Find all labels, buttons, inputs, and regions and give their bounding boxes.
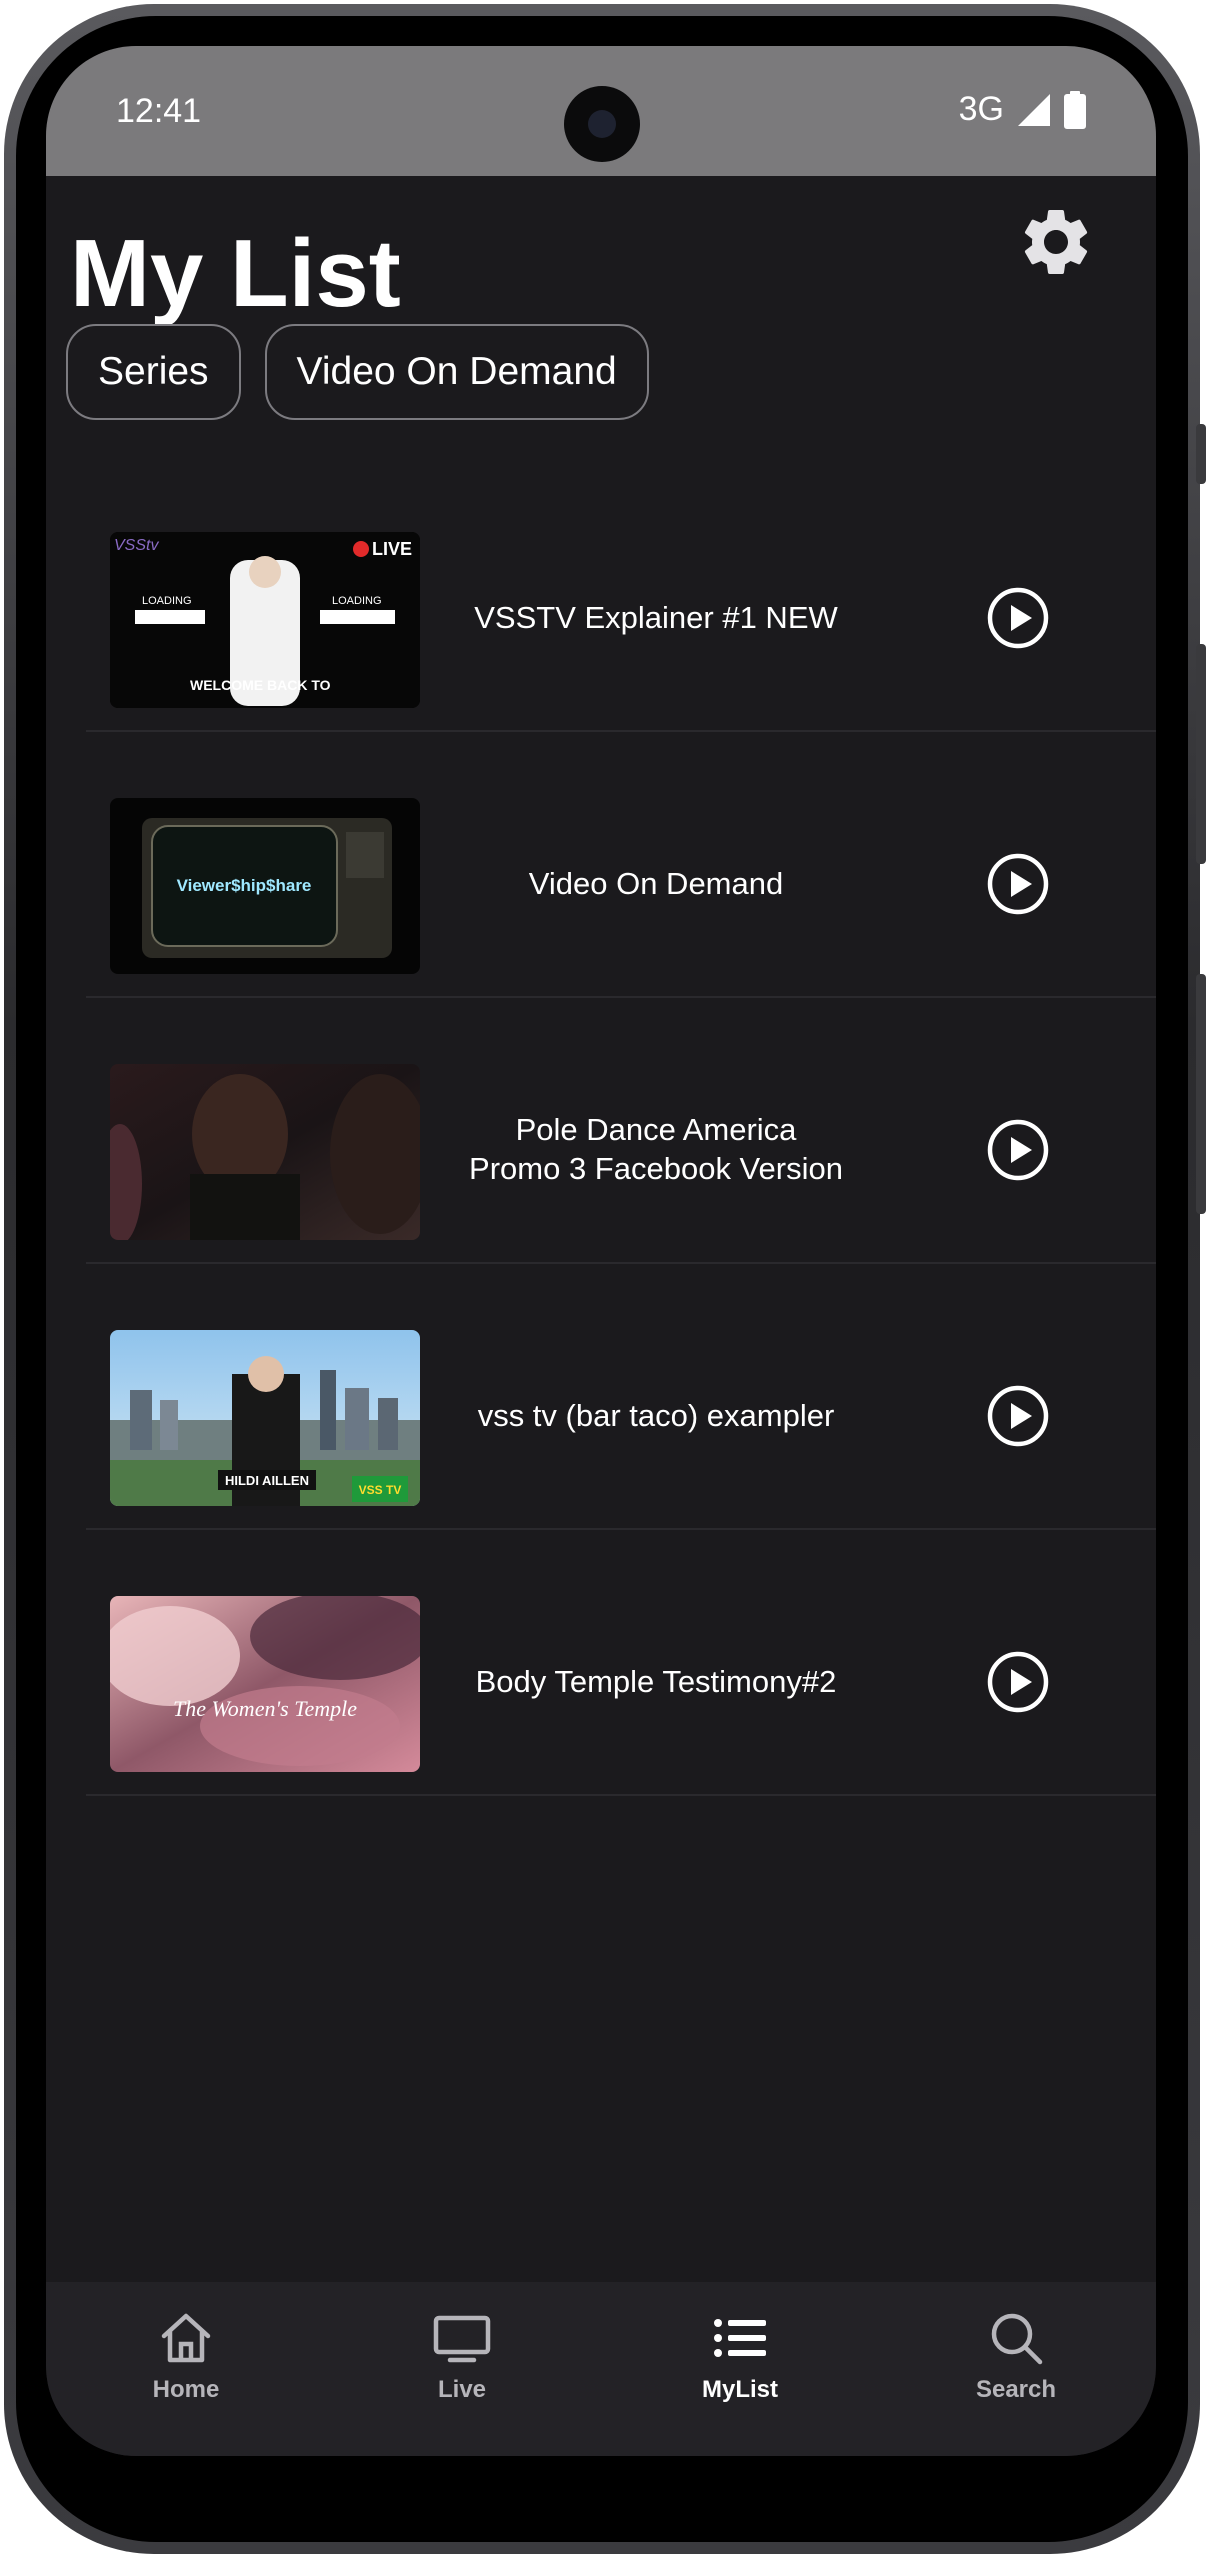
nav-mylist-label: MyList bbox=[701, 2376, 778, 2403]
filter-chips: Series Video On Demand bbox=[66, 324, 649, 420]
item-title: vss tv (bar taco) exampler bbox=[477, 1397, 835, 1433]
thumbnail-art bbox=[110, 1064, 420, 1240]
thumb-caption: The Women's Temple bbox=[173, 1696, 357, 1721]
play-icon[interactable] bbox=[986, 1118, 1050, 1182]
thumb-loading: LOADING bbox=[142, 595, 192, 607]
thumbnail bbox=[110, 1064, 420, 1240]
list-item[interactable]: Pole Dance America Promo 3 Facebook Vers… bbox=[86, 998, 1156, 1264]
chip-video-on-demand[interactable]: Video On Demand bbox=[264, 324, 649, 420]
page-title: My List bbox=[70, 220, 401, 327]
nav-live-label: Live bbox=[437, 2376, 487, 2403]
nav-search[interactable]: Search bbox=[916, 2306, 1116, 2404]
status-indicators: 3G bbox=[959, 90, 1086, 129]
item-title: Pole Dance America Promo 3 Facebook Vers… bbox=[469, 1112, 843, 1186]
app-screen: 12:41 3G My List Series Video On Demand bbox=[46, 46, 1156, 2456]
thumb-loading-2: LOADING bbox=[332, 595, 382, 607]
thumb-caption: WELCOME BACK TO bbox=[190, 677, 331, 693]
volume-rocker bbox=[1196, 644, 1206, 864]
nav-mylist[interactable]: MyList bbox=[640, 2306, 840, 2404]
battery-icon bbox=[1064, 90, 1086, 129]
item-title: Body Temple Testimony#2 bbox=[475, 1663, 837, 1699]
thumb-caption: HILDI AILLEN bbox=[225, 1473, 309, 1488]
item-title: Video On Demand bbox=[528, 865, 784, 901]
bottom-navigation: Home Live MyList Search bbox=[46, 2282, 1156, 2456]
thumb-brand: VSStv bbox=[114, 537, 159, 554]
network-label: 3G bbox=[958, 90, 1004, 128]
nav-search-label: Search bbox=[975, 2376, 1057, 2403]
chip-series[interactable]: Series bbox=[66, 324, 241, 420]
thumbnail: The Women's Temple bbox=[110, 1596, 420, 1772]
gear-icon[interactable] bbox=[1016, 202, 1096, 282]
item-title: VSSTV Explainer #1 NEW bbox=[474, 599, 838, 635]
list-item[interactable]: Viewer$hip$hare Video On Demand bbox=[86, 732, 1156, 998]
thumb-badge: VSS TV bbox=[359, 1483, 402, 1497]
thumbnail-art: HILDI AILLEN VSS TV bbox=[110, 1330, 420, 1506]
tv-icon bbox=[433, 2315, 491, 2363]
my-list: VSStv LIVE LOADING LOADING WELCOME BACK … bbox=[86, 466, 1156, 1796]
thumb-caption: Viewer$hip$hare bbox=[177, 876, 312, 895]
device-frame: 12:41 3G My List Series Video On Demand bbox=[0, 0, 1210, 2560]
play-icon[interactable] bbox=[986, 852, 1050, 916]
thumbnail: HILDI AILLEN VSS TV bbox=[110, 1330, 420, 1506]
nav-home[interactable]: Home bbox=[86, 2306, 286, 2404]
status-bar: 12:41 3G bbox=[46, 46, 1156, 176]
list-item[interactable]: The Women's Temple Body Temple Testimony… bbox=[86, 1530, 1156, 1796]
thumbnail: VSStv LIVE LOADING LOADING WELCOME BACK … bbox=[110, 532, 420, 708]
power-button bbox=[1196, 974, 1206, 1214]
camera-icon bbox=[564, 86, 640, 162]
list-item[interactable]: HILDI AILLEN VSS TV vss tv (bar taco) ex… bbox=[86, 1264, 1156, 1530]
status-time: 12:41 bbox=[116, 92, 202, 130]
thumb-badge: LIVE bbox=[372, 539, 412, 559]
play-icon[interactable] bbox=[986, 1384, 1050, 1448]
volume-button bbox=[1196, 424, 1206, 484]
thumbnail-art: Viewer$hip$hare bbox=[110, 798, 420, 974]
nav-live[interactable]: Live bbox=[362, 2306, 562, 2404]
nav-home-label: Home bbox=[152, 2376, 220, 2403]
play-icon[interactable] bbox=[986, 586, 1050, 650]
list-icon bbox=[714, 2319, 766, 2357]
signal-icon bbox=[1018, 93, 1050, 126]
search-icon bbox=[991, 2313, 1043, 2365]
thumbnail-art: The Women's Temple bbox=[110, 1596, 420, 1772]
play-icon[interactable] bbox=[986, 1650, 1050, 1714]
list-item[interactable]: VSStv LIVE LOADING LOADING WELCOME BACK … bbox=[86, 466, 1156, 732]
thumbnail: Viewer$hip$hare bbox=[110, 798, 420, 974]
thumbnail-art: VSStv LIVE LOADING LOADING WELCOME BACK … bbox=[110, 532, 420, 708]
home-icon bbox=[161, 2313, 211, 2363]
